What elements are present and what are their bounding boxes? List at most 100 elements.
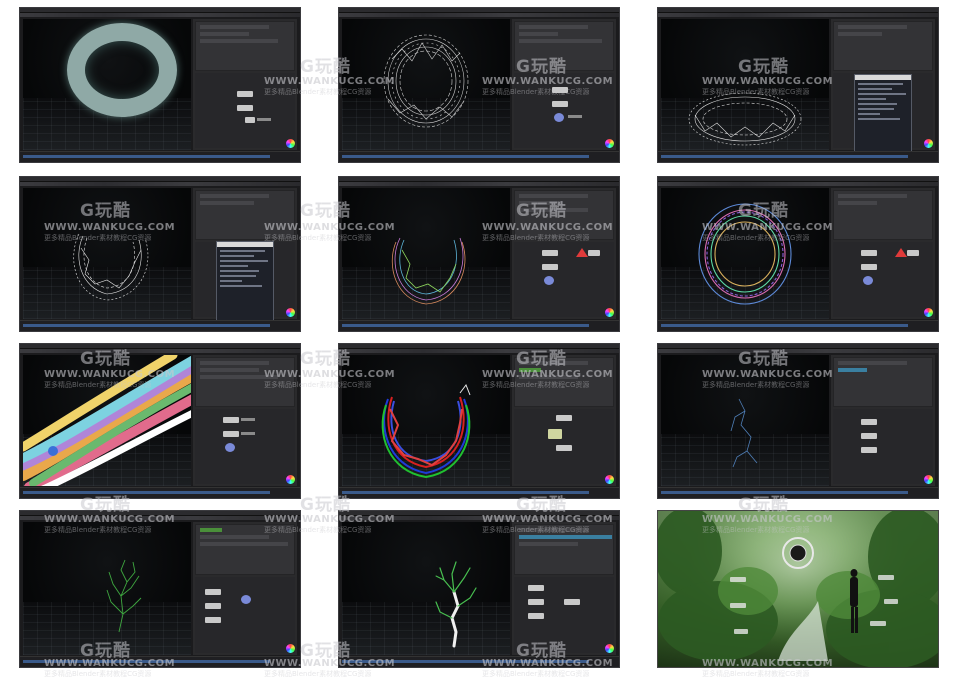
thumbnail-11[interactable] <box>338 510 620 668</box>
viewport[interactable] <box>342 188 510 319</box>
thumbnail-3[interactable] <box>657 7 939 163</box>
node[interactable] <box>552 86 568 93</box>
color-wheel-icon <box>924 308 933 317</box>
node[interactable] <box>554 112 564 122</box>
parameter-pane[interactable] <box>514 21 614 71</box>
thumbnail-2[interactable] <box>338 7 620 163</box>
node[interactable] <box>528 612 544 619</box>
node[interactable] <box>861 418 877 425</box>
node[interactable] <box>564 598 580 605</box>
node[interactable] <box>528 584 544 591</box>
thumbnail-12[interactable] <box>657 510 939 668</box>
node[interactable] <box>528 598 544 605</box>
thumbnail-1[interactable] <box>19 7 301 163</box>
node[interactable] <box>556 414 572 421</box>
thumbnail-10[interactable] <box>19 510 301 668</box>
wire-ring-geometry <box>73 233 149 301</box>
parameter-pane[interactable] <box>195 524 295 575</box>
parameter-pane[interactable] <box>833 21 933 71</box>
viewport[interactable] <box>661 19 829 150</box>
viewport[interactable] <box>342 522 510 655</box>
node[interactable] <box>237 90 253 97</box>
node-network[interactable] <box>195 576 295 653</box>
timeline[interactable] <box>342 660 589 663</box>
timeline[interactable] <box>23 155 270 158</box>
node-network[interactable] <box>514 72 614 148</box>
parameter-pane[interactable] <box>514 357 614 407</box>
node[interactable] <box>205 616 221 623</box>
node[interactable] <box>863 275 873 285</box>
parameter-pane[interactable] <box>195 21 295 71</box>
side-panel <box>512 522 616 655</box>
status-bar <box>339 487 619 498</box>
node[interactable] <box>556 444 572 451</box>
node-network[interactable] <box>833 241 933 317</box>
timeline[interactable] <box>661 491 908 494</box>
node[interactable] <box>552 100 568 107</box>
toolbar <box>20 182 300 186</box>
toolbar <box>339 516 619 520</box>
node[interactable] <box>245 116 255 123</box>
thumbnail-6[interactable] <box>657 176 939 332</box>
color-wheel-icon <box>605 308 614 317</box>
node[interactable] <box>205 602 221 609</box>
node-network[interactable] <box>514 576 614 653</box>
timeline[interactable] <box>661 155 908 158</box>
node[interactable] <box>861 446 877 453</box>
node[interactable] <box>861 249 877 256</box>
timeline[interactable] <box>23 660 270 663</box>
node[interactable] <box>542 249 558 256</box>
node-network[interactable] <box>514 241 614 317</box>
node-network[interactable] <box>195 72 295 148</box>
side-panel <box>831 355 935 486</box>
colored-wire-ring-geometry <box>698 203 792 305</box>
node[interactable] <box>907 249 919 256</box>
viewport[interactable] <box>23 355 191 486</box>
node[interactable] <box>205 588 221 595</box>
node[interactable] <box>542 263 558 270</box>
parameter-pane[interactable] <box>195 190 295 240</box>
viewport[interactable] <box>23 522 191 655</box>
node[interactable] <box>223 416 239 423</box>
timeline[interactable] <box>342 155 589 158</box>
node[interactable] <box>548 428 562 439</box>
status-bar <box>658 320 938 331</box>
node[interactable] <box>237 104 253 111</box>
node[interactable] <box>588 249 600 256</box>
timeline[interactable] <box>342 491 589 494</box>
thumbnail-5[interactable] <box>338 176 620 332</box>
help-popup[interactable] <box>216 241 274 325</box>
node[interactable] <box>544 275 554 285</box>
timeline[interactable] <box>23 324 270 327</box>
timeline[interactable] <box>23 491 270 494</box>
node-network[interactable] <box>514 408 614 484</box>
timeline[interactable] <box>342 324 589 327</box>
viewport[interactable] <box>23 188 191 319</box>
toolbar <box>20 13 300 17</box>
parameter-pane[interactable] <box>514 524 614 575</box>
thumbnail-4[interactable] <box>19 176 301 332</box>
side-panel <box>193 522 297 655</box>
parameter-pane[interactable] <box>514 190 614 240</box>
help-popup[interactable] <box>854 74 912 156</box>
viewport[interactable] <box>342 19 510 150</box>
node[interactable] <box>225 442 235 452</box>
parameter-pane[interactable] <box>195 357 295 407</box>
viewport[interactable] <box>661 188 829 319</box>
parameter-pane[interactable] <box>833 190 933 240</box>
thumbnail-7[interactable] <box>19 343 301 499</box>
node-network[interactable] <box>833 408 933 484</box>
node[interactable] <box>861 432 877 439</box>
viewport[interactable] <box>342 355 510 486</box>
node[interactable] <box>241 594 251 604</box>
colored-wire-ring-geometry <box>392 237 466 305</box>
viewport[interactable] <box>661 355 829 486</box>
node[interactable] <box>861 263 877 270</box>
node-network[interactable] <box>195 408 295 484</box>
timeline[interactable] <box>661 324 908 327</box>
parameter-pane[interactable] <box>833 357 933 407</box>
viewport[interactable] <box>23 19 191 150</box>
node[interactable] <box>223 430 239 437</box>
thumbnail-9[interactable] <box>657 343 939 499</box>
thumbnail-8[interactable] <box>338 343 620 499</box>
